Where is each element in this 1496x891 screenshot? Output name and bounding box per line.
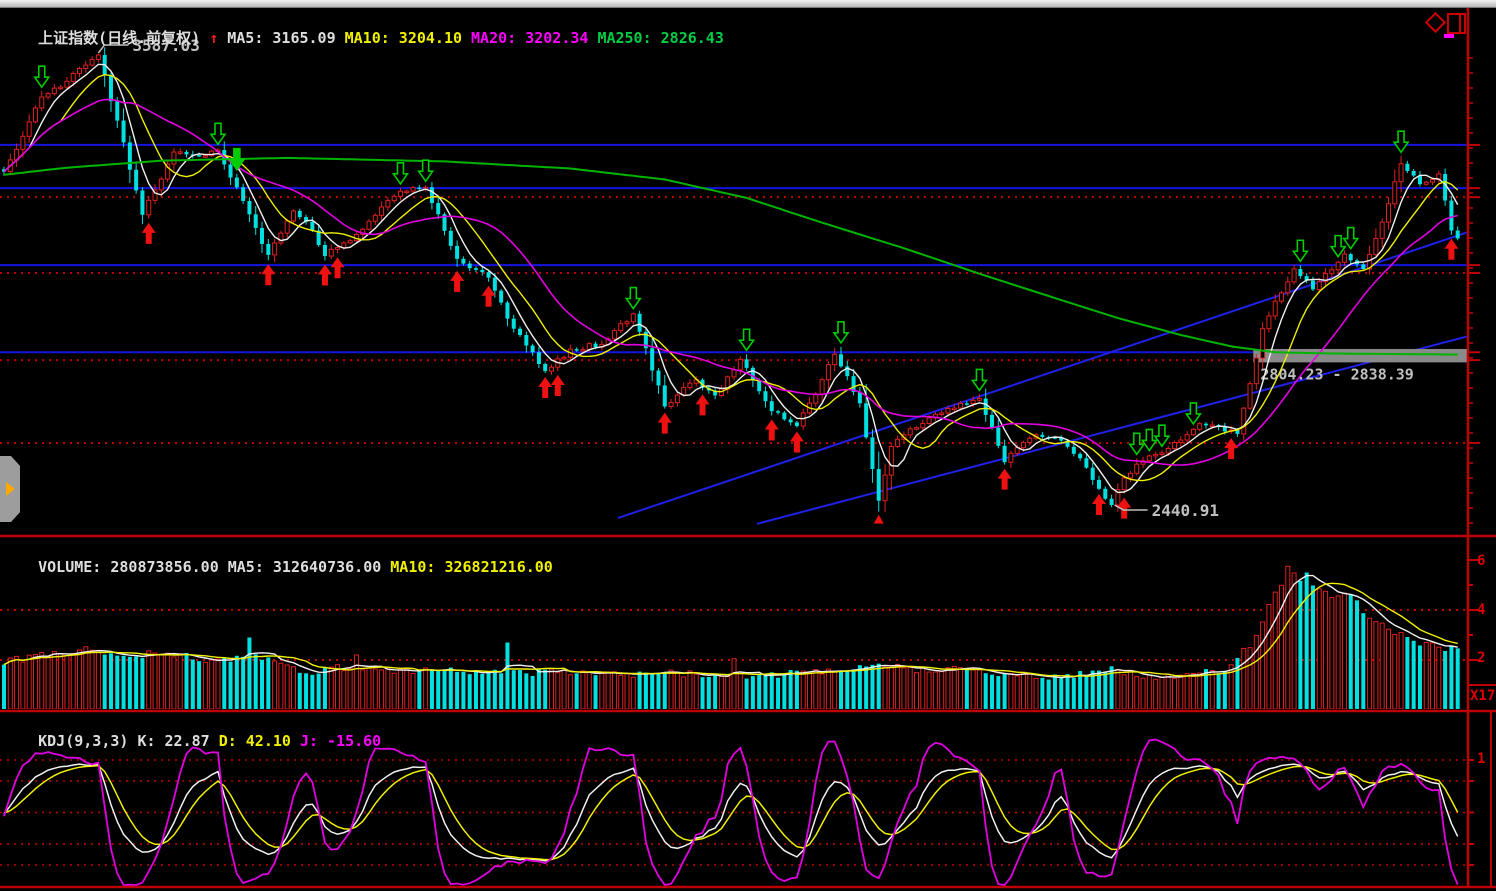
buy-arrow-icon: [658, 413, 672, 434]
buy-arrow-icon: [318, 265, 332, 286]
sell-arrow-icon: [626, 288, 640, 309]
sidebar-expand-tab[interactable]: [0, 456, 20, 522]
buy-arrow-icon: [142, 223, 156, 244]
buy-arrow-icon: [696, 394, 710, 415]
sell-arrow-icon: [1186, 403, 1200, 424]
volume-ma10-value: MA10: 326821216.00: [390, 558, 553, 576]
sell-arrow-icon: [419, 160, 433, 181]
ma-lines: [4, 64, 1458, 492]
sell-arrow-icon: [393, 163, 407, 184]
volume-axis-label-2: 2: [1477, 650, 1485, 666]
buy-arrow-icon: [551, 375, 565, 396]
buy-arrow-icon: [765, 420, 779, 441]
volume-unit-label: X17: [1470, 688, 1496, 704]
kdj-name: KDJ(9,3,3): [38, 732, 128, 750]
candles-layer: [2, 47, 1460, 512]
low-price-label: 2440.91: [1152, 501, 1219, 520]
stock-chart-window: 2804.23 - 2838.393587.032440.91 上证指数(日线.…: [0, 0, 1496, 891]
buy-arrow-icon: [450, 271, 464, 292]
expand-arrow-icon: [6, 482, 15, 496]
buy-arrow-icon: [331, 257, 345, 278]
sell-arrow-icon: [1394, 131, 1408, 152]
axis-ticks: [1468, 58, 1480, 865]
restore-window-icon-divider: [1459, 15, 1461, 32]
kdj-panel-title: KDJ(9,3,3) K: 22.87 D: 42.10 J: -15.60: [2, 714, 390, 768]
volume-axis-label-6: 6: [1477, 553, 1485, 569]
sell-arrow-icon: [1344, 228, 1358, 249]
sell-arrow-icon: [972, 369, 986, 390]
buy-arrow-icon: [1224, 438, 1238, 459]
kdj-k-value: K: 22.87: [137, 732, 209, 750]
sell-arrow-icon: [1142, 429, 1156, 450]
volume-panel-title: VOLUME: 280873856.00 MA5: 312640736.00 MA1…: [2, 540, 562, 594]
up-arrow-icon: ↑: [209, 29, 218, 47]
restore-window-icon[interactable]: [1447, 13, 1466, 34]
signal-arrows: [35, 66, 1459, 523]
buy-arrow-icon: [998, 469, 1012, 490]
volume-ma5-value: MA5: 312640736.00: [228, 558, 382, 576]
buy-arrow-icon: [1444, 239, 1458, 260]
buy-small-arrow-icon: [874, 515, 884, 524]
magenta-marker: [1444, 34, 1454, 38]
sell-arrow-icon: [1130, 433, 1144, 454]
sell-arrow-icon: [35, 66, 49, 87]
buy-arrow-icon: [261, 264, 275, 285]
volume-axis-label-4: 4: [1477, 602, 1485, 618]
sell-arrow-icon: [740, 329, 754, 350]
ma10-value: MA10: 3204.10: [345, 29, 462, 47]
volume-value: VOLUME: 280873856.00: [38, 558, 219, 576]
kdj-axis-label: 1: [1477, 751, 1485, 767]
sell-arrow-icon: [834, 322, 848, 343]
kdj-d-value: D: 42.10: [219, 732, 291, 750]
ma250-value: MA250: 2826.43: [597, 29, 723, 47]
main-panel-title: 上证指数(日线.前复权) ↑ MA5: 3165.09 MA10: 3204.10 MA…: [2, 9, 733, 66]
buy-arrow-icon: [538, 377, 552, 398]
ma5-value: MA5: 3165.09: [227, 29, 335, 47]
gap-zone-label: 2804.23 - 2838.39: [1260, 365, 1414, 383]
sell-arrow-icon: [1155, 425, 1169, 446]
sell-arrow-icon: [1293, 240, 1307, 261]
ma20-value: MA20: 3202.34: [471, 29, 588, 47]
sell-arrow-icon: [211, 123, 225, 144]
kdj-j-value: J: -15.60: [300, 732, 381, 750]
symbol-label: 上证指数(日线.前复权): [38, 29, 200, 47]
